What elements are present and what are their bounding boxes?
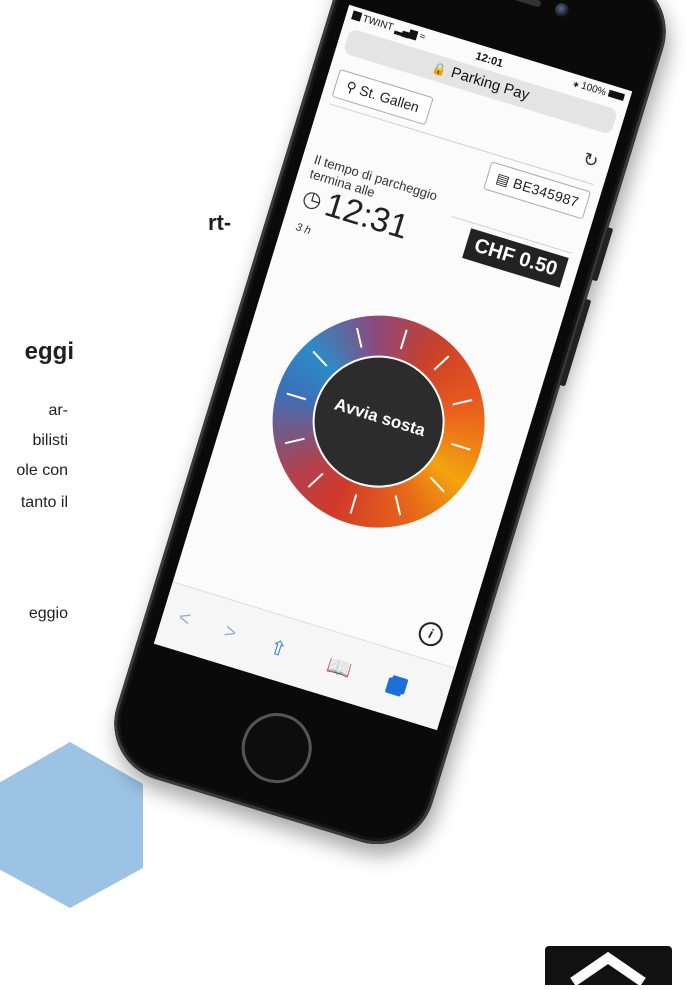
license-plate-selector[interactable]: ▤ BE345987	[483, 161, 592, 220]
chevron-up-icon	[570, 951, 646, 987]
paragraph-line-5: eggio	[28, 605, 68, 622]
start-parking-button[interactable]: Avvia sosta	[296, 339, 462, 505]
paragraph-line-4: tanto il	[20, 494, 68, 511]
lock-icon: 🔒	[430, 60, 449, 78]
time-dial[interactable]: Avvia sosta	[246, 289, 511, 554]
dial-tick	[286, 392, 307, 401]
location-selector[interactable]: ⚲ St. Gallen	[331, 68, 434, 126]
battery-icon	[607, 89, 626, 102]
battery-percent: 100%	[579, 80, 608, 99]
paragraph-line-2: bilisti	[32, 432, 68, 449]
share-icon[interactable]: ⇧	[267, 634, 290, 663]
bookmarks-icon[interactable]: 📖	[324, 652, 355, 683]
dial-tick	[399, 329, 408, 350]
dial-tick	[450, 442, 471, 451]
section-heading-fragment: rt-	[208, 210, 232, 235]
signal-icon: ▂▄▆	[393, 23, 419, 41]
location-pin-icon: ⚲	[344, 77, 359, 97]
wifi-icon: ≈	[417, 30, 427, 44]
price-badge: CHF 0.50	[462, 228, 569, 288]
dial-tick	[433, 355, 450, 371]
start-parking-label: Avvia sosta	[332, 394, 428, 441]
dial-tick	[307, 472, 324, 488]
paragraph-line-1: ar-	[48, 402, 68, 419]
clock-icon: ◷	[299, 184, 326, 214]
back-button[interactable]: <	[175, 606, 194, 631]
dial-tick	[452, 399, 473, 406]
car-icon: ▤	[494, 169, 512, 190]
dial-tick	[349, 493, 358, 514]
dial-tick	[284, 437, 305, 445]
duration: 3 h	[294, 221, 313, 238]
refresh-icon[interactable]: ↻	[580, 148, 601, 172]
scroll-to-top-button[interactable]	[545, 946, 672, 987]
location-name: St. Gallen	[357, 82, 422, 116]
twint-logo-icon	[351, 10, 363, 22]
section-heading-fragment-2: eggi	[24, 338, 74, 365]
dial-tick	[429, 476, 445, 493]
tabs-icon[interactable]	[388, 674, 409, 695]
bluetooth-icon: ⁎	[572, 78, 581, 91]
license-plate: BE345987	[511, 174, 581, 211]
forward-button[interactable]: >	[221, 620, 240, 645]
dial-tick	[394, 495, 402, 516]
dial-tick	[312, 350, 328, 367]
carrier-name: TWINT	[361, 13, 395, 34]
phone-mockup: TWINT ▂▄▆ ≈ 12:01 ⁎ 100% 🔒Parking Pay ⚲ …	[99, 0, 681, 859]
dial-tick	[356, 327, 363, 348]
paragraph-line-3: ole con	[16, 462, 68, 479]
